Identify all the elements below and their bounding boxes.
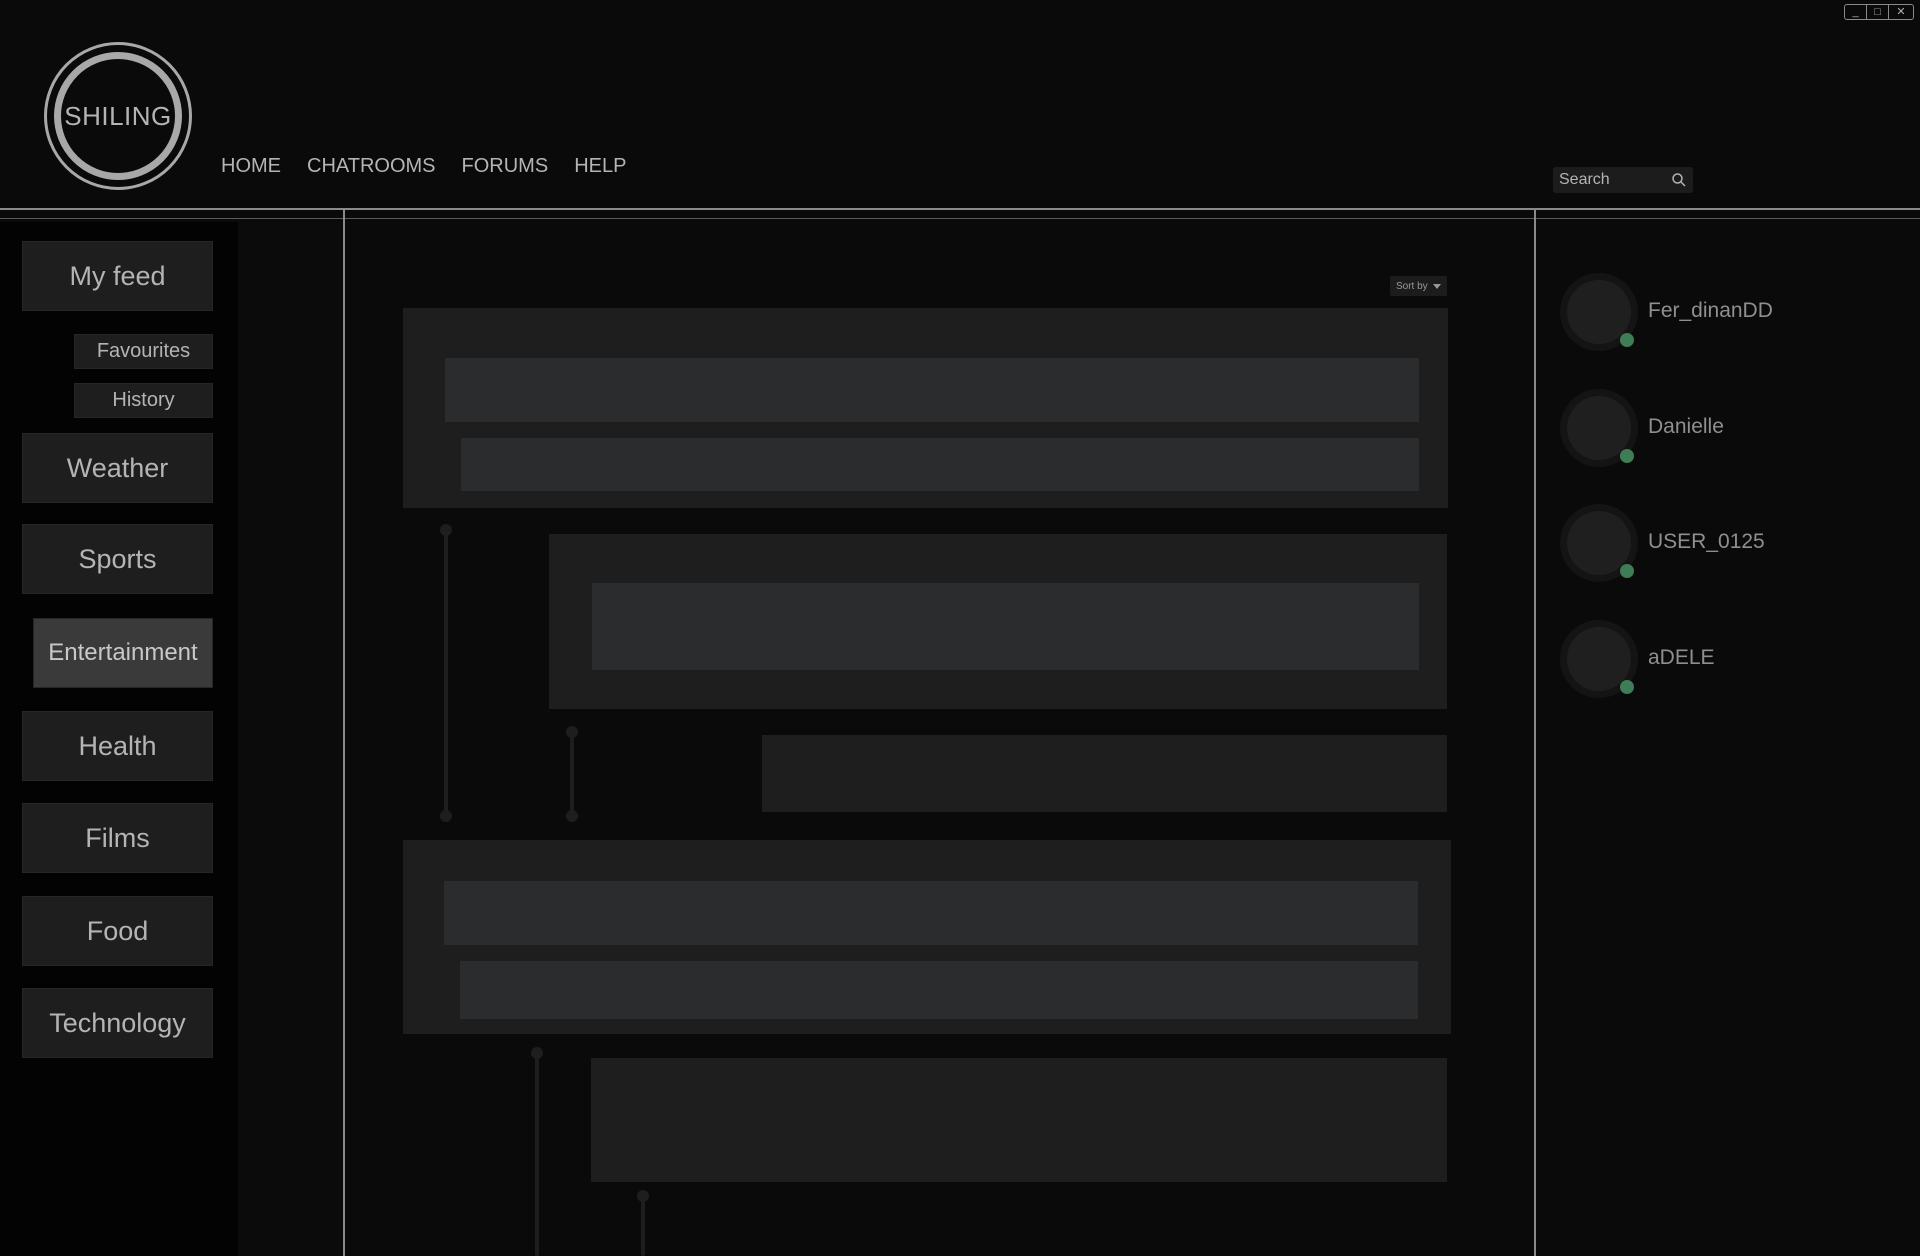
nav-home[interactable]: HOME bbox=[221, 155, 281, 178]
sidebar-item-history[interactable]: History bbox=[74, 383, 213, 418]
online-user[interactable]: USER_0125 bbox=[1560, 504, 1860, 584]
header-divider-secondary bbox=[0, 218, 1920, 219]
sidebar-item-food[interactable]: Food bbox=[22, 896, 213, 966]
sort-by-label: Sort by bbox=[1396, 280, 1428, 292]
sidebar-gutter bbox=[238, 222, 343, 1256]
online-user[interactable]: Danielle bbox=[1560, 389, 1860, 469]
post-content-line bbox=[444, 881, 1418, 945]
online-status-icon bbox=[1620, 333, 1634, 347]
search-input[interactable] bbox=[1559, 171, 1659, 189]
user-name: USER_0125 bbox=[1648, 530, 1765, 553]
online-status-icon bbox=[1620, 564, 1634, 578]
thread-line bbox=[535, 1053, 539, 1256]
sidebar-item-health[interactable]: Health bbox=[22, 711, 213, 781]
nav-chatrooms[interactable]: CHATROOMS bbox=[307, 155, 436, 178]
reply-content-line bbox=[592, 583, 1419, 670]
sidebar-item-weather[interactable]: Weather bbox=[22, 433, 213, 503]
thread-node bbox=[440, 810, 452, 822]
sidebar-item-my-feed[interactable]: My feed bbox=[22, 241, 213, 311]
post-content-line bbox=[460, 961, 1418, 1019]
thread-node bbox=[566, 810, 578, 822]
user-name: aDELE bbox=[1648, 646, 1715, 669]
search-box bbox=[1553, 167, 1693, 193]
online-status-icon bbox=[1620, 680, 1634, 694]
online-user[interactable]: Fer_dinanDD bbox=[1560, 273, 1860, 353]
online-status-icon bbox=[1620, 449, 1634, 463]
thread-line bbox=[570, 732, 574, 816]
search-icon[interactable] bbox=[1671, 172, 1687, 188]
sort-by-dropdown[interactable]: Sort by bbox=[1390, 276, 1447, 296]
sidebar-item-technology[interactable]: Technology bbox=[22, 988, 213, 1058]
reply-card[interactable] bbox=[591, 1058, 1447, 1182]
main-nav: HOME CHATROOMS FORUMS HELP bbox=[221, 155, 652, 178]
nav-forums[interactable]: FORUMS bbox=[462, 155, 549, 178]
user-name: Fer_dinanDD bbox=[1648, 299, 1773, 322]
sidebar-item-favourites[interactable]: Favourites bbox=[74, 334, 213, 369]
chevron-down-icon bbox=[1432, 283, 1441, 289]
header-divider bbox=[0, 208, 1920, 210]
feed-left-border bbox=[343, 208, 345, 1256]
logo-text: SHILING bbox=[54, 52, 182, 180]
post-content-line bbox=[461, 438, 1419, 491]
thread-line bbox=[641, 1196, 645, 1256]
header: SHILING HOME CHATROOMS FORUMS HELP bbox=[0, 0, 1920, 210]
post-content-line bbox=[445, 358, 1419, 422]
thread-line bbox=[444, 530, 448, 816]
sidebar-item-films[interactable]: Films bbox=[22, 803, 213, 873]
user-name: Danielle bbox=[1648, 415, 1724, 438]
feed-right-border bbox=[1534, 208, 1536, 1256]
logo[interactable]: SHILING bbox=[44, 42, 192, 190]
sidebar-item-entertainment[interactable]: Entertainment bbox=[33, 618, 213, 688]
sidebar-item-sports[interactable]: Sports bbox=[22, 524, 213, 594]
reply-card[interactable] bbox=[762, 735, 1447, 812]
nav-help[interactable]: HELP bbox=[574, 155, 626, 178]
online-user[interactable]: aDELE bbox=[1560, 620, 1860, 700]
